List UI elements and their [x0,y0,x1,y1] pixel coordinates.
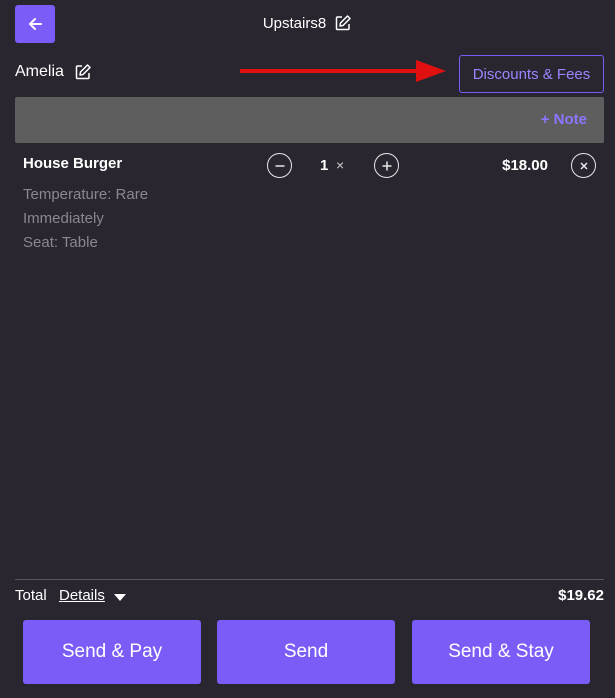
edit-title-icon[interactable] [334,14,352,32]
discounts-fees-button[interactable]: Discounts & Fees [459,55,604,93]
increase-quantity-button[interactable] [374,153,399,178]
caret-down-icon[interactable] [114,594,126,602]
note-bar: + Note [15,97,604,143]
page-title: Upstairs8 [262,14,327,32]
item-modifier: Seat: Table [23,234,98,251]
decrease-quantity-button[interactable] [267,153,292,178]
header: Upstairs8 [0,14,615,32]
close-icon [579,161,588,170]
item-modifier: Immediately [23,210,104,227]
send-button[interactable]: Send [217,620,395,684]
send-and-stay-button[interactable]: Send & Stay [412,620,590,684]
minus-icon [275,164,284,167]
total-label: Total [15,587,47,604]
customer-name: Amelia [15,63,64,80]
item-quantity: 1 [320,157,329,174]
add-note-button[interactable]: + Note [541,111,587,128]
times-symbol: × [336,157,345,173]
order-screen: Upstairs8 Amelia Discounts & Fees + Note… [0,0,615,698]
edit-customer-icon[interactable] [74,63,92,81]
details-link[interactable]: Details [59,587,105,604]
total-value: $19.62 [558,587,604,604]
item-name: House Burger [23,155,123,172]
plus-icon [382,161,391,170]
remove-item-button[interactable] [571,153,596,178]
send-and-pay-button[interactable]: Send & Pay [23,620,201,684]
item-price: $18.00 [502,157,548,174]
item-modifier: Temperature: Rare [23,186,149,203]
divider [15,579,604,580]
customer-row: Amelia [15,63,92,81]
annotation-arrow-icon [240,60,446,82]
